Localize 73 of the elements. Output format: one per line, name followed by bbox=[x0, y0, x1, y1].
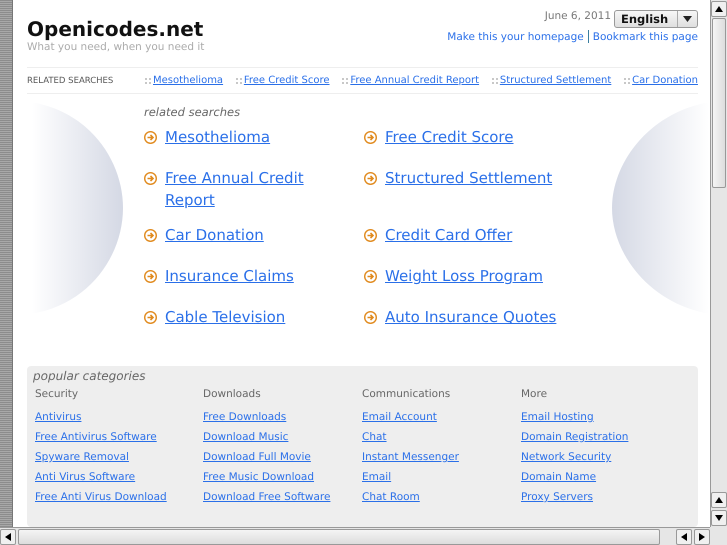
scroll-left-icon bbox=[676, 528, 692, 544]
scroll-right-icon bbox=[694, 528, 710, 544]
date-text: June 6, 2011 bbox=[544, 10, 611, 22]
search-link[interactable]: Cable Television bbox=[165, 306, 335, 328]
vertical-scrollbar[interactable] bbox=[710, 0, 727, 527]
scroll-down-icon bbox=[711, 510, 727, 526]
header-link[interactable]: Bookmark this page bbox=[592, 30, 698, 42]
category-heading: More bbox=[521, 387, 548, 401]
arrow-circle-icon bbox=[144, 172, 157, 186]
category-heading: Security bbox=[35, 387, 78, 401]
search-link[interactable]: Free Annual Credit Report bbox=[165, 167, 335, 212]
related-link[interactable]: Structured Settlement bbox=[500, 75, 612, 86]
search-link[interactable]: Free Credit Score bbox=[385, 126, 604, 148]
category-link[interactable]: Download Free Software bbox=[203, 487, 330, 507]
related-link[interactable]: Car Donation bbox=[632, 75, 698, 86]
category-link[interactable]: Email Hosting bbox=[521, 407, 594, 427]
arrow-circle-icon bbox=[364, 172, 377, 186]
category-link[interactable]: Chat bbox=[362, 427, 387, 447]
language-dropdown[interactable]: English bbox=[614, 10, 698, 28]
arrow-circle-icon bbox=[364, 311, 377, 324]
arrow-circle-icon bbox=[144, 270, 157, 284]
category-link[interactable]: Spyware Removal bbox=[35, 447, 129, 467]
category-link[interactable]: Instant Messenger bbox=[362, 447, 459, 467]
search-link[interactable]: Mesothelioma bbox=[165, 126, 335, 148]
search-link[interactable]: Car Donation bbox=[165, 224, 335, 246]
scroll-up-icon bbox=[711, 1, 727, 17]
category-link[interactable]: Proxy Servers bbox=[521, 487, 594, 507]
category-link[interactable]: Free Music Download bbox=[203, 467, 314, 487]
category-link[interactable]: Download Full Movie bbox=[203, 447, 311, 467]
category-link[interactable]: Domain Name bbox=[521, 467, 596, 487]
category-link[interactable]: Free Antivirus Software bbox=[35, 427, 157, 447]
header-link[interactable]: Make this your homepage bbox=[447, 30, 584, 42]
category-link[interactable]: Anti Virus Software bbox=[35, 467, 136, 487]
scrollbar-corner bbox=[710, 527, 727, 545]
category-link[interactable]: Antivirus bbox=[35, 407, 82, 427]
category-link[interactable]: Network Security bbox=[521, 447, 612, 467]
search-link[interactable]: Credit Card Offer bbox=[385, 224, 604, 246]
category-link[interactable]: Email bbox=[362, 467, 392, 487]
dots-icon bbox=[236, 77, 242, 84]
related-searches-label: RELATED SEARCHES bbox=[27, 76, 114, 86]
search-link[interactable]: Structured Settlement bbox=[385, 167, 604, 190]
tagline: What you need, when you need it bbox=[27, 40, 204, 54]
scroll-left-icon bbox=[0, 528, 16, 544]
horizontal-scrollbar[interactable] bbox=[0, 527, 710, 545]
category-link[interactable]: Domain Registration bbox=[521, 427, 628, 447]
category-heading: Downloads bbox=[203, 387, 261, 401]
arrow-circle-icon bbox=[364, 131, 377, 144]
arrow-circle-icon bbox=[364, 270, 377, 284]
arrow-circle-icon bbox=[144, 229, 157, 242]
related-link[interactable]: Free Credit Score bbox=[244, 75, 330, 86]
category-link[interactable]: Download Music bbox=[203, 427, 288, 447]
arrow-circle-icon bbox=[144, 131, 157, 144]
site-logo[interactable]: Openicodes.net bbox=[27, 18, 204, 40]
arrow-circle-icon bbox=[364, 229, 377, 242]
section-title: popular categories bbox=[33, 369, 147, 384]
dots-icon bbox=[145, 77, 151, 84]
arrow-circle-icon bbox=[144, 311, 157, 324]
section-title: related searches bbox=[144, 105, 242, 120]
related-link[interactable]: Free Annual Credit Report bbox=[350, 75, 480, 86]
search-link[interactable]: Weight Loss Program bbox=[385, 265, 604, 288]
category-link[interactable]: Chat Room bbox=[362, 487, 420, 507]
dots-icon bbox=[624, 77, 630, 84]
category-link[interactable]: Free Anti Virus Download bbox=[35, 487, 167, 507]
related-link[interactable]: Mesothelioma bbox=[153, 75, 224, 86]
dots-icon bbox=[342, 77, 348, 84]
search-link[interactable]: Auto Insurance Quotes bbox=[385, 306, 604, 328]
dots-icon bbox=[492, 77, 498, 84]
search-link[interactable]: Insurance Claims bbox=[165, 265, 335, 288]
category-heading: Communications bbox=[362, 387, 450, 401]
category-link[interactable]: Free Downloads bbox=[203, 407, 286, 427]
scroll-up-icon bbox=[711, 492, 727, 508]
caret-icon bbox=[683, 16, 692, 22]
category-link[interactable]: Email Account bbox=[362, 407, 437, 427]
